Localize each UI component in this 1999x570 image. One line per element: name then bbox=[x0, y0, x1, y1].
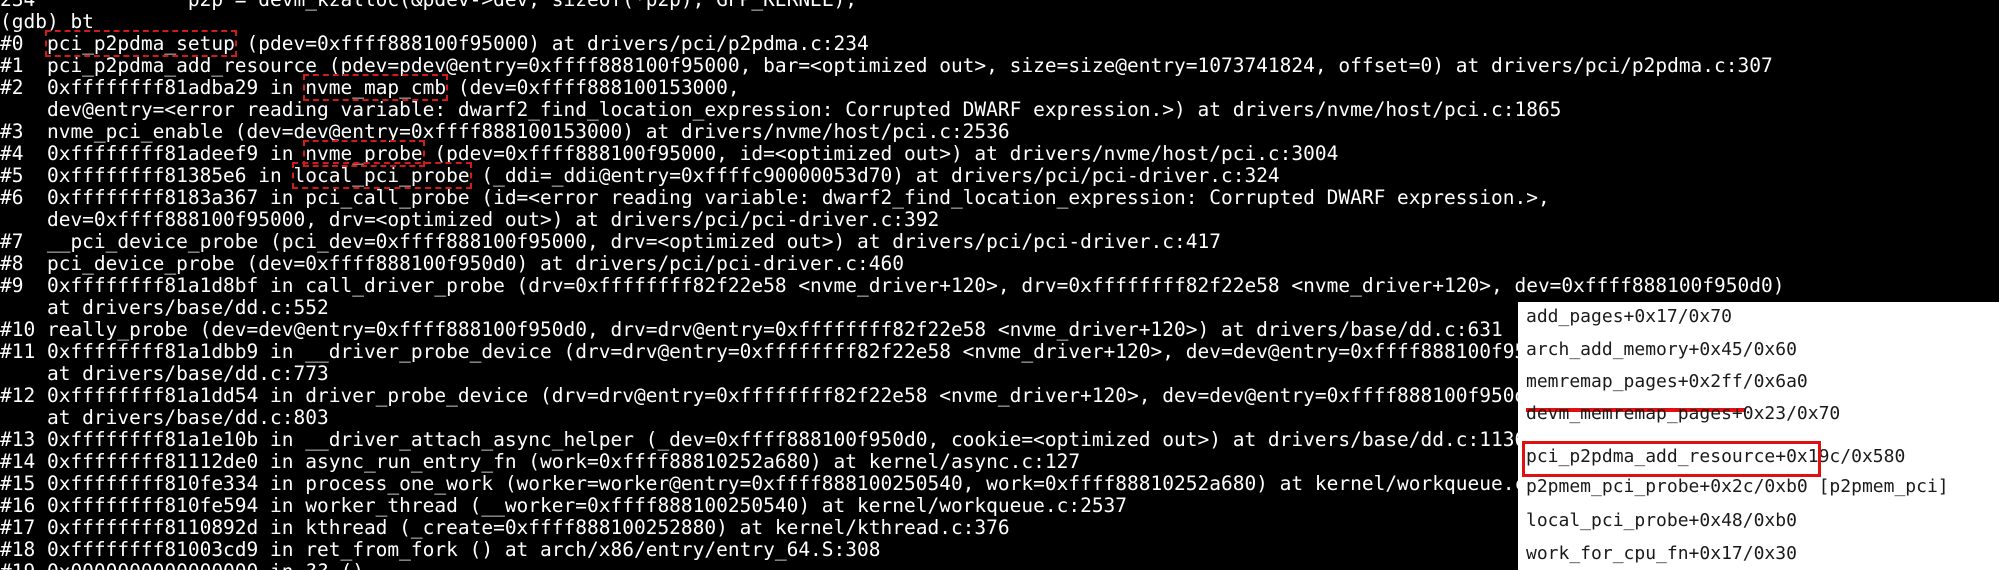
terminal-line: (gdb) bt bbox=[0, 10, 94, 33]
highlighted-function: pci_p2pdma_setup bbox=[44, 30, 237, 57]
stack-frame-item: memremap_pages+0x2ff/0x6a0 bbox=[1526, 371, 1808, 392]
terminal-line: #2 0xffffffff81adba29 in nvme_map_cmb (d… bbox=[0, 74, 740, 101]
terminal-line: at drivers/base/dd.c:773 bbox=[0, 362, 329, 385]
terminal-line: #13 0xffffffff81a1e10b in __driver_attac… bbox=[0, 428, 1527, 451]
terminal-line: at drivers/base/dd.c:803 bbox=[0, 406, 329, 429]
red-box-marker bbox=[1522, 441, 1821, 477]
terminal-line: #12 0xffffffff81a1dd54 in driver_probe_d… bbox=[0, 384, 1550, 407]
frame-prefix: #5 0xffffffff81385e6 in bbox=[0, 164, 294, 187]
terminal-line: 234 p2p = devm_kzalloc(&pdev->dev, sizeo… bbox=[0, 0, 857, 11]
terminal-line: dev=0xffff888100f95000, drv=<optimized o… bbox=[0, 208, 940, 231]
stack-trace-overlay: add_pages+0x17/0x70 arch_add_memory+0x45… bbox=[1518, 302, 1999, 570]
terminal-line: #4 0xffffffff81adeef9 in nvme_probe (pde… bbox=[0, 140, 1339, 167]
terminal-line: #6 0xffffffff8183a367 in pci_call_probe … bbox=[0, 186, 1550, 209]
terminal-line: #3 nvme_pci_enable (dev=dev@entry=0xffff… bbox=[0, 120, 1010, 143]
terminal-line: #19 0x0000000000000000 in ?? () bbox=[0, 561, 364, 570]
frame-suffix: (pdev=0xffff888100f95000, id=<optimized … bbox=[422, 142, 1339, 165]
frame-prefix: #0 bbox=[0, 32, 47, 55]
stack-frame-item: p2pmem_pci_probe+0x2c/0xb0 [p2pmem_pci] bbox=[1526, 476, 1949, 497]
frame-suffix: (dev=0xffff888100153000, bbox=[446, 76, 740, 99]
terminal-line: #15 0xffffffff810fe334 in process_one_wo… bbox=[0, 472, 1585, 495]
terminal-line: #8 pci_device_probe (dev=0xffff888100f95… bbox=[0, 252, 904, 275]
frame-suffix: (_ddi=_ddi@entry=0xffffc90000053d70) at … bbox=[469, 164, 1280, 187]
terminal-line: #11 0xffffffff81a1dbb9 in __driver_probe… bbox=[0, 340, 1574, 363]
terminal-line: #5 0xffffffff81385e6 in local_pci_probe … bbox=[0, 162, 1280, 189]
stack-frame-item: work_for_cpu_fn+0x17/0x30 bbox=[1526, 543, 1797, 564]
frame-prefix: #2 0xffffffff81adba29 in bbox=[0, 76, 306, 99]
highlighted-function: local_pci_probe bbox=[291, 162, 472, 189]
terminal-line: #0 pci_p2pdma_setup (pdev=0xffff888100f9… bbox=[0, 30, 869, 57]
frame-suffix: (pdev=0xffff888100f95000) at drivers/pci… bbox=[234, 32, 869, 55]
stack-frame-item: add_pages+0x17/0x70 bbox=[1526, 306, 1732, 327]
terminal-line: #18 0xffffffff81003cd9 in ret_from_fork … bbox=[0, 538, 881, 561]
terminal-line: at drivers/base/dd.c:552 bbox=[0, 296, 329, 319]
highlighted-function: nvme_probe bbox=[303, 140, 425, 167]
terminal-line: dev@entry=<error reading variable: dwarf… bbox=[0, 98, 1562, 121]
terminal-line: #10 really_probe (dev=dev@entry=0xffff88… bbox=[0, 318, 1503, 341]
stack-frame-item: local_pci_probe+0x48/0xb0 bbox=[1526, 510, 1797, 531]
terminal-line: #7 __pci_device_probe (pci_dev=0xffff888… bbox=[0, 230, 1221, 253]
stack-frame-item: arch_add_memory+0x45/0x60 bbox=[1526, 339, 1797, 360]
stack-frame-item: devm_memremap_pages+0x23/0x70 bbox=[1526, 403, 1841, 424]
terminal-line: #14 0xffffffff81112de0 in async_run_entr… bbox=[0, 450, 1081, 473]
terminal-line: #16 0xffffffff810fe594 in worker_thread … bbox=[0, 494, 1128, 517]
terminal-line: #9 0xffffffff81a1d8bf in call_driver_pro… bbox=[0, 274, 1785, 297]
highlighted-function: nvme_map_cmb bbox=[303, 74, 449, 101]
terminal-line: #17 0xffffffff8110892d in kthread (_crea… bbox=[0, 516, 1010, 539]
frame-prefix: #4 0xffffffff81adeef9 in bbox=[0, 142, 306, 165]
terminal-line: #1 pci_p2pdma_add_resource (pdev=pdev@en… bbox=[0, 54, 1773, 77]
